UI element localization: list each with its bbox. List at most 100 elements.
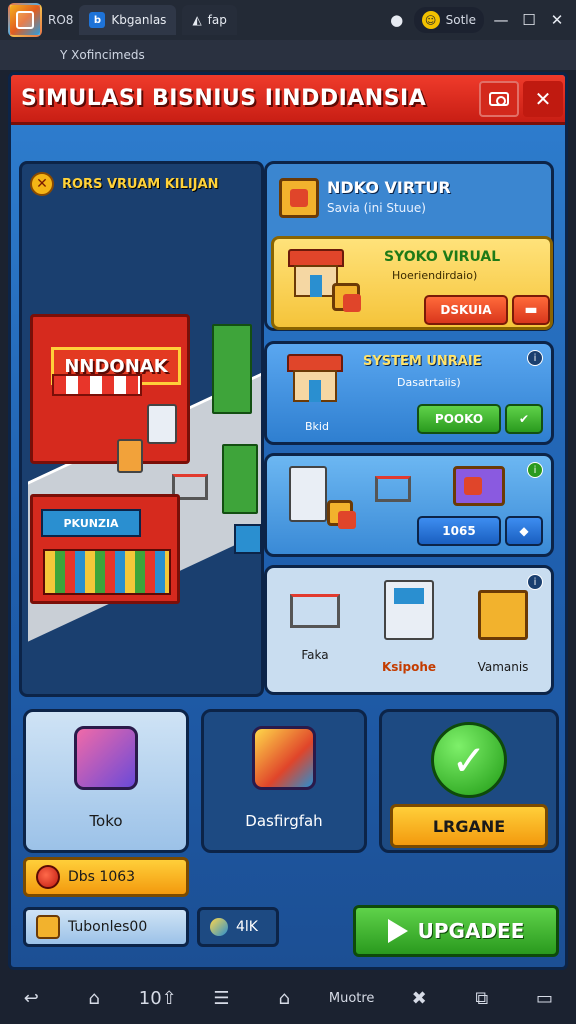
more-button[interactable]: Muotre: [329, 991, 375, 1006]
virtual-store-card: NDKO VIRTUR Savia (ini Stuue) SYOKO VIRU…: [264, 161, 554, 331]
check-icon[interactable]: ✓: [431, 722, 507, 798]
cube-icon: ◆: [519, 524, 529, 538]
lrgane-button[interactable]: LRGANE: [390, 804, 548, 848]
home-icon[interactable]: ⌂: [266, 988, 302, 1009]
tab-label: Kbganlas: [111, 13, 167, 27]
item-crate[interactable]: Vamanis: [463, 580, 543, 674]
balance-label: Dbs 1063: [68, 869, 136, 885]
shield-icon: ✔: [518, 412, 530, 426]
money-icon: ▬: [524, 302, 538, 318]
item-trolley[interactable]: Faka: [275, 580, 355, 662]
item-label: Faka: [301, 648, 329, 662]
cashier-kiosk[interactable]: [147, 404, 177, 444]
question-icon[interactable]: ●: [386, 9, 408, 31]
close-icon: ✕: [534, 87, 552, 111]
card-subtitle: Savia (ini Stuue): [327, 201, 426, 215]
store-box-icon: [74, 726, 138, 790]
emulator-topbar: RO8 b Kbganlas ◭ fap ● ☺ Sotle — ☐ ✕: [0, 0, 576, 40]
panel-title: SYOKO VIRUAL: [384, 249, 501, 265]
atm-icon: [384, 580, 434, 640]
open-shop-button[interactable]: DSKUIA: [424, 295, 508, 325]
shelf[interactable]: [212, 324, 252, 414]
house-label: Bkid: [305, 420, 329, 433]
close-game-button[interactable]: ✕: [523, 81, 563, 117]
subbar-title: Y Xofincimeds: [60, 48, 145, 62]
shelf[interactable]: [222, 444, 258, 514]
inventory-label: Tubonles00: [68, 919, 148, 935]
user-name: Sotle: [445, 13, 476, 27]
cube-button[interactable]: ◆: [505, 516, 543, 546]
box-icon: [279, 178, 319, 218]
item-label: Vamanis: [477, 660, 529, 674]
virtual-shop-panel: SYOKO VIRUAL Hoeriendirdaio) DSKUIA ▬: [271, 236, 553, 330]
info-icon[interactable]: i: [527, 350, 543, 366]
game-titlebar: SIMULASI BISNIUS IINDDIANSIA ✕: [11, 75, 565, 125]
close-window-icon[interactable]: ✕: [546, 9, 568, 31]
avatar: ☺: [421, 11, 440, 29]
box-icon: [327, 500, 356, 529]
dashboard-tile[interactable]: Dasfirgfah: [201, 709, 367, 853]
tab-emulator-app[interactable]: b Kbganlas: [79, 5, 177, 35]
money-button[interactable]: ▬: [512, 295, 550, 325]
system-title: SYSTEM UNRAIE: [363, 354, 482, 369]
upload-icon[interactable]: 10⇧: [139, 988, 177, 1009]
coin-pill[interactable]: 4lK: [197, 907, 279, 947]
box-icon: [332, 283, 361, 312]
game-window: SIMULASI BISNIUS IINDDIANSIA ✕ ✕ RORS VR…: [8, 72, 568, 970]
crate-icon: [478, 590, 528, 640]
store-header: ✕ RORS VRUAM KILIJAN: [30, 172, 219, 196]
window-icon[interactable]: ⧉: [464, 988, 500, 1009]
game-title: SIMULASI BISNIUS IINDDIANSIA: [21, 86, 427, 111]
tile-label: Toko: [89, 812, 123, 830]
system-subtitle: Dasatrtaiis): [397, 376, 461, 389]
house-icon: [287, 354, 343, 404]
play-icon: [387, 919, 408, 943]
shield-button[interactable]: ✔: [505, 404, 543, 434]
awning: [52, 374, 142, 396]
info-icon[interactable]: i: [527, 462, 543, 478]
upgrade-label: UPGADEE: [417, 919, 525, 943]
emulator-logo-icon[interactable]: [8, 3, 42, 37]
store-scene[interactable]: ✕ RORS VRUAM KILIJAN NNDONAK PKUNZIA: [19, 161, 264, 697]
card-title: NDKO VIRTUR: [327, 178, 451, 197]
system-card: SYSTEM UNRAIE Dasatrtaiis) Bkid i POOKO …: [264, 341, 554, 445]
atm-icon[interactable]: [234, 524, 261, 554]
back-icon[interactable]: ↩: [13, 988, 49, 1009]
sub-shop-sign: PKUNZIA: [41, 509, 141, 537]
home-outline-icon[interactable]: ⌂: [76, 988, 112, 1009]
emulator-app-icon: b: [89, 12, 106, 28]
vending-machine[interactable]: [117, 439, 143, 473]
screenshot-button[interactable]: [479, 81, 519, 117]
upgrade-button[interactable]: UPGADEE: [353, 905, 559, 957]
price-button[interactable]: 1065: [417, 516, 501, 546]
card-header: NDKO VIRTUR Savia (ini Stuue): [327, 178, 451, 215]
apple-icon: [36, 865, 60, 889]
items-card: i Faka Ksipohe Vamanis: [264, 565, 554, 695]
multi-window-icon[interactable]: ▭: [527, 988, 563, 1009]
pencil-icon: [210, 918, 228, 936]
item-atm[interactable]: Ksipohe: [369, 580, 449, 674]
maximize-icon[interactable]: ☐: [518, 9, 540, 31]
user-account[interactable]: ☺ Sotle: [413, 7, 484, 33]
pooko-button[interactable]: POOKO: [417, 404, 501, 434]
tools-icon[interactable]: ✖: [401, 988, 437, 1009]
menu-icon[interactable]: ☰: [203, 988, 239, 1009]
coin-label: 4lK: [236, 919, 258, 935]
panel-subtitle: Hoeriendirdaio): [392, 269, 478, 282]
tab-game[interactable]: ◭ fap: [182, 5, 237, 35]
dashboard-icon: [252, 726, 316, 790]
inventory-pill[interactable]: Tubonles00: [23, 907, 189, 947]
tab-label: fap: [207, 13, 227, 27]
toko-tile[interactable]: Toko: [23, 709, 189, 853]
game-icon: ◭: [192, 13, 202, 27]
box-icon: [36, 915, 60, 939]
confirm-tile: ✓ LRGANE: [379, 709, 559, 853]
camera-icon: [489, 92, 509, 106]
balance-pill[interactable]: Dbs 1063: [23, 857, 189, 897]
emulator-navbar: ↩ ⌂ 10⇧ ☰ ⌂ Muotre ✖ ⧉ ▭: [0, 972, 576, 1024]
emulator-subbar: Y Xofincimeds: [0, 40, 576, 70]
display-case-icon: [453, 466, 505, 506]
sub-shop[interactable]: PKUNZIA: [30, 494, 180, 604]
minimize-icon[interactable]: —: [490, 9, 512, 31]
fridge-icon: [289, 466, 327, 522]
